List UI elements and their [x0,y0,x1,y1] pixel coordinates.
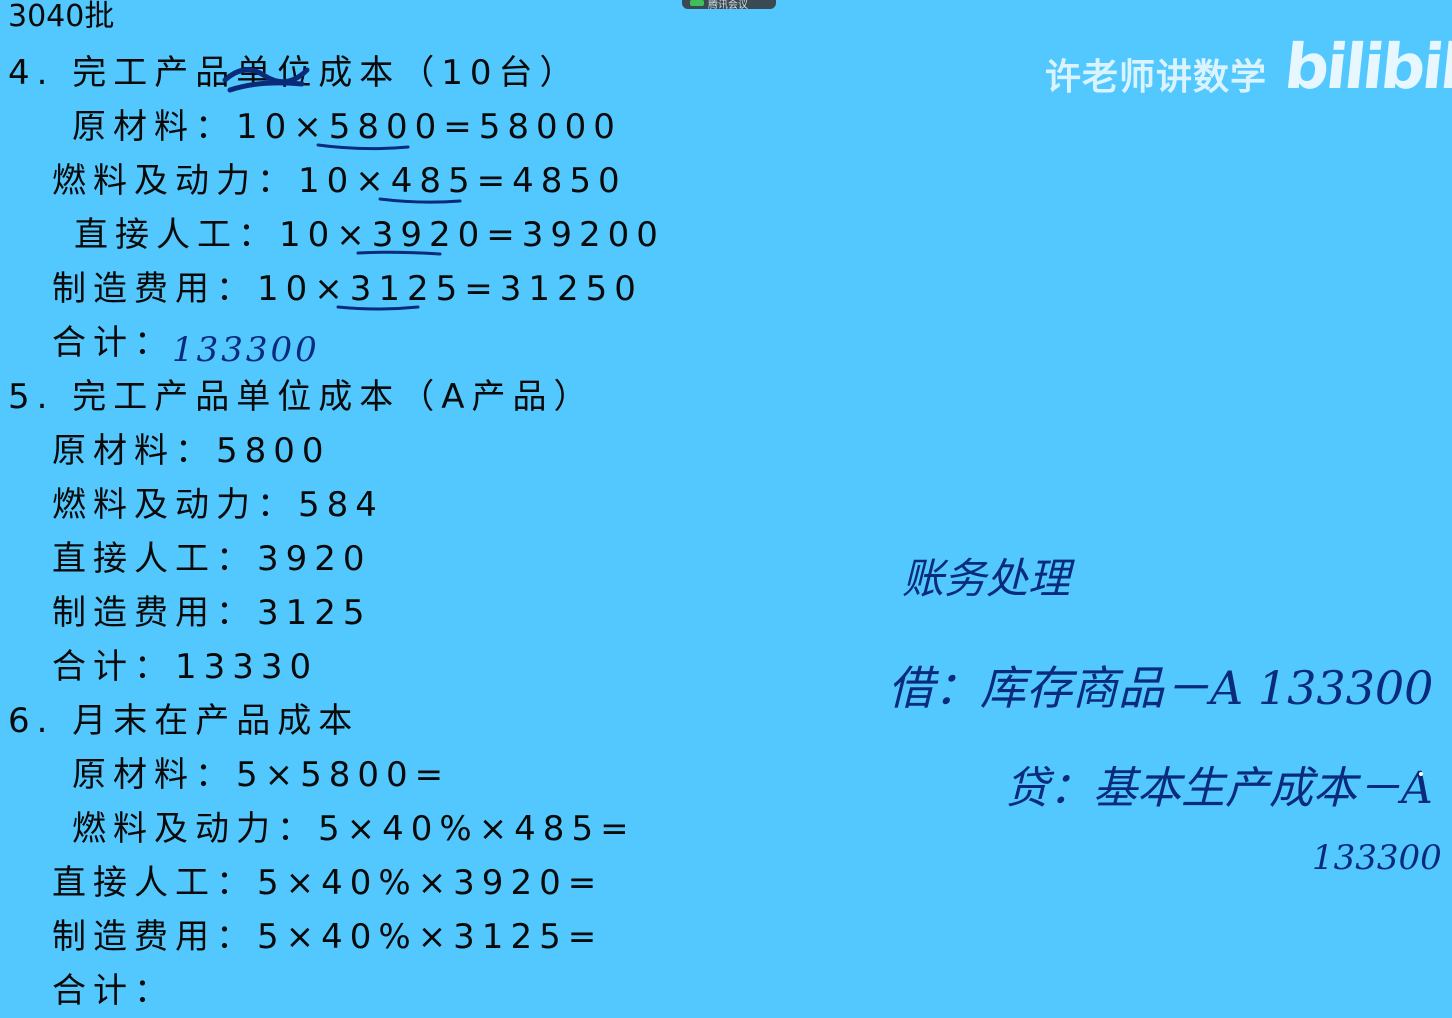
underline-5800 [316,143,410,151]
pen-dot [1419,772,1423,776]
underline-3920 [356,250,442,256]
strike-mark [222,67,310,93]
underline-3125 [336,305,420,311]
underline-485 [378,197,462,204]
ink-annotations [222,67,1423,776]
